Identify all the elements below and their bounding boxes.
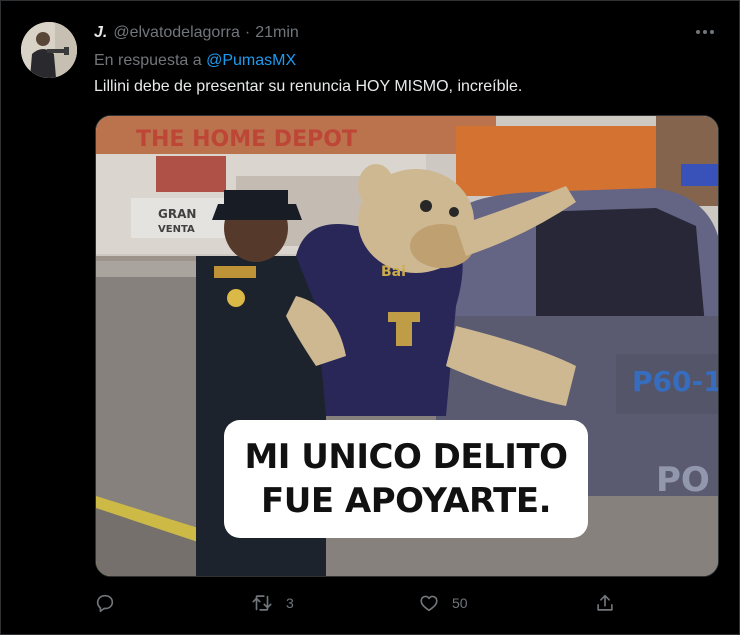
like-icon xyxy=(420,595,438,612)
tweet-header: J. @elvatodelagorra · 21min xyxy=(94,22,679,44)
action-bar: 3 50 xyxy=(94,591,654,615)
like-count: 50 xyxy=(452,595,468,611)
separator: · xyxy=(244,24,251,41)
tweet-image[interactable]: THE HOME DEPOT GRAN VENTA P60-19 PO xyxy=(95,115,719,577)
tweet-text: Lillini debe de presentar su renuncia HO… xyxy=(94,78,523,95)
user-handle[interactable]: @elvatodelagorra xyxy=(113,24,240,42)
caption-line-2: FUE APOYARTE. xyxy=(261,481,552,521)
share-icon xyxy=(597,594,613,611)
retweet-button[interactable]: 3 xyxy=(250,591,294,615)
reply-icon xyxy=(96,594,114,613)
like-button[interactable]: 50 xyxy=(418,591,468,615)
caption-line-1: MI UNICO DELITO xyxy=(244,437,568,477)
reply-button[interactable] xyxy=(94,591,128,615)
reply-context: En respuesta a @PumasMX xyxy=(94,52,296,70)
more-icon xyxy=(696,30,714,34)
meme-caption: MI UNICO DELITO FUE APOYARTE. xyxy=(224,420,588,538)
display-name[interactable]: J. xyxy=(94,24,107,42)
retweet-count: 3 xyxy=(286,595,294,611)
avatar[interactable] xyxy=(21,22,77,78)
reply-mention-link[interactable]: @PumasMX xyxy=(206,52,296,69)
timestamp[interactable]: 21min xyxy=(255,24,299,42)
tweet-card[interactable]: J. @elvatodelagorra · 21min En respuesta… xyxy=(0,0,740,635)
more-button[interactable] xyxy=(691,21,719,43)
retweet-icon xyxy=(252,595,272,611)
share-button[interactable] xyxy=(594,591,616,615)
reply-prefix: En respuesta a xyxy=(94,52,202,69)
